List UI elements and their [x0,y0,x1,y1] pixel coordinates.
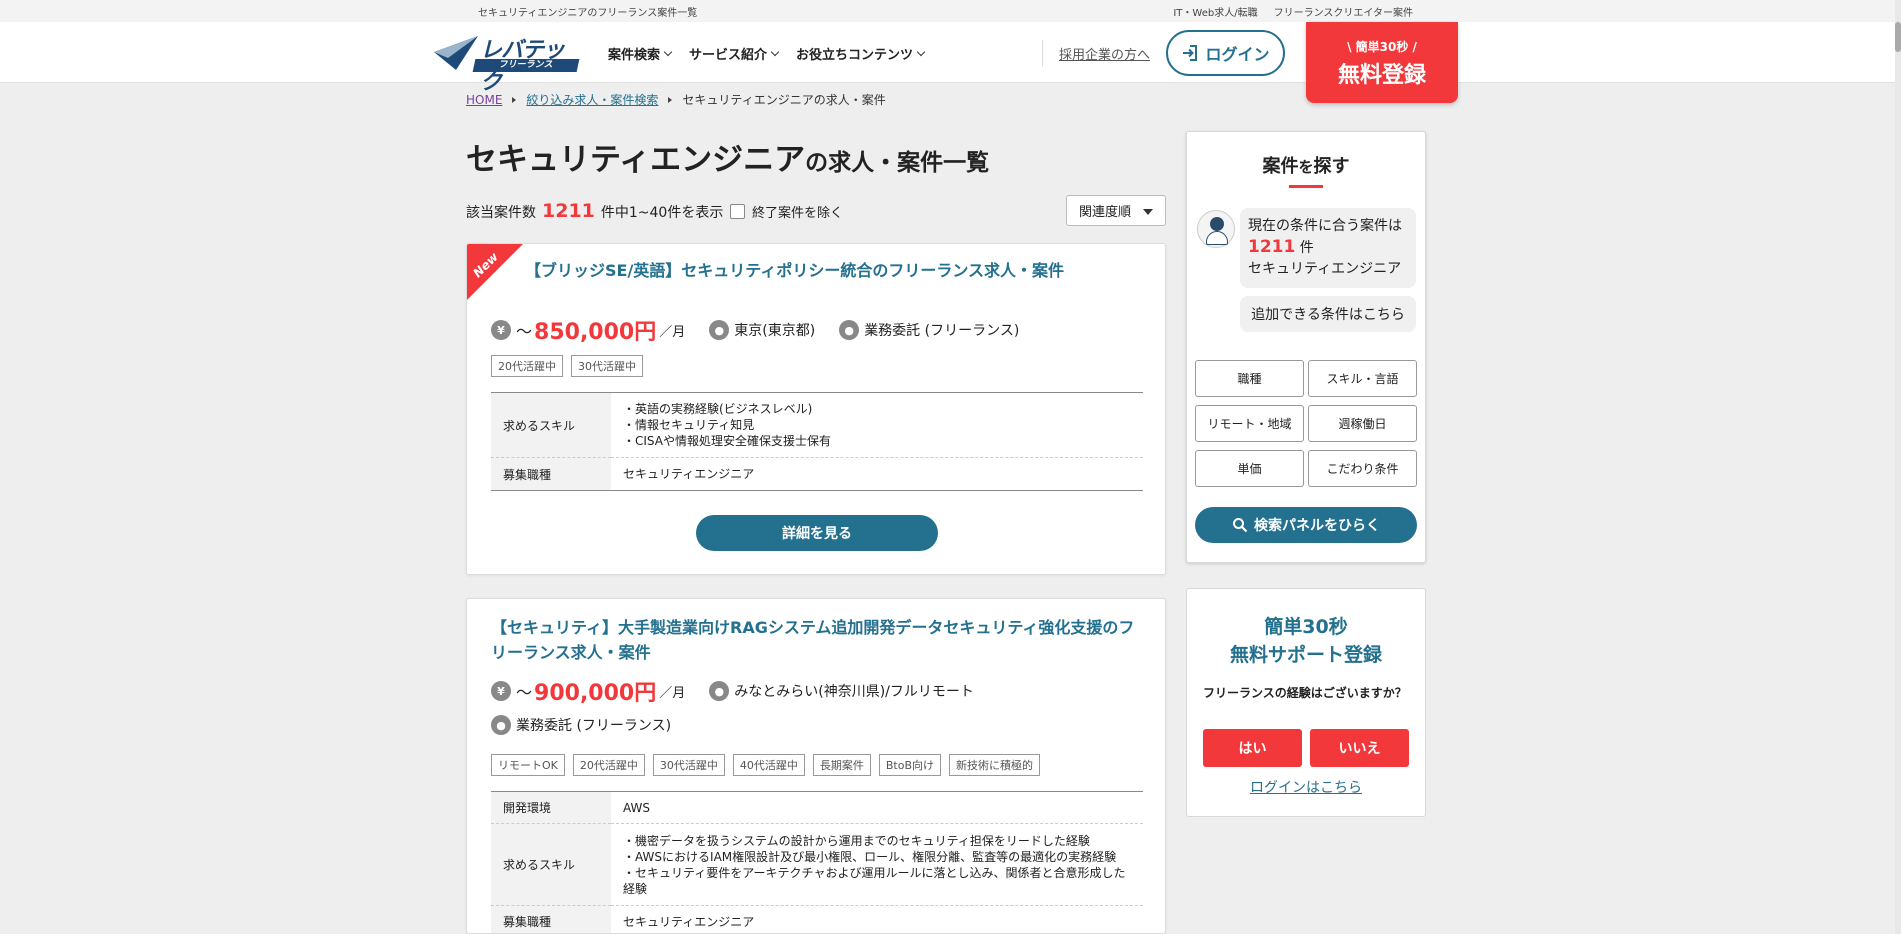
job-spec-table: 求めるスキル ・英語の実務経験(ビジネスレベル) ・情報セキュリティ知見 ・CI… [491,392,1143,491]
login-button[interactable]: ログイン [1166,30,1285,76]
top-link-creator[interactable]: フリーランスクリエイター案件 [1274,4,1413,19]
filter-skills[interactable]: スキル・言語 [1308,360,1417,397]
exclude-closed-checkbox[interactable] [730,204,745,219]
yes-button[interactable]: はい [1203,729,1302,767]
no-button[interactable]: いいえ [1310,729,1409,767]
scrollbar-thumb[interactable] [1895,22,1901,52]
job-meta: ¥ ～ 850,000円 ／月 ● 東京(東京都) ● 業務委託 (フリーランス… [491,314,1019,346]
sidebar-title: 案件を探す [1262,156,1350,177]
job-card: 【セキュリティ】大手製造業向けRAGシステム追加開発データセキュリティ強化支援の… [466,598,1166,934]
top-links: IT・Web求人/転職 フリーランスクリエイター案件 [1173,4,1413,19]
breadcrumb-arrow-icon [668,96,673,103]
header-divider [1042,40,1043,66]
top-bar: セキュリティエンジニアのフリーランス案件一覧 IT・Web求人/転職 フリーラン… [0,0,1901,22]
breadcrumb: HOME 絞り込み求人・案件検索 セキュリティエンジニアの求人・案件 [466,91,886,108]
register-button[interactable]: \ 簡単30秒 / 無料登録 [1306,22,1458,103]
tagline: セキュリティエンジニアのフリーランス案件一覧 [478,8,698,19]
advisor-avatar [1197,210,1235,248]
person-icon: ● [839,320,860,340]
match-count-bubble: 現在の条件に合う案件は 1211 件 セキュリティエンジニア [1240,208,1416,288]
yen-icon: ¥ [491,320,511,340]
spec-row-skills: 求めるスキル ・英語の実務経験(ビジネスレベル) ・情報セキュリティ知見 ・CI… [491,392,1143,458]
person-icon: ● [491,715,511,735]
view-details-button[interactable]: 詳細を見る [696,515,938,551]
spec-row-role: 募集職種 セキュリティエンジニア [491,905,1143,933]
yen-icon: ¥ [491,681,511,701]
nav-job-search[interactable]: 案件検索 [608,44,673,63]
caret-down-icon [1143,209,1153,215]
corporate-link[interactable]: 採用企業の方へ [1059,44,1150,63]
sort-select[interactable]: 関連度順 [1066,195,1166,226]
job-meta-contract: ● 業務委託 (フリーランス) [491,715,671,735]
tag: 20代活躍中 [572,754,645,776]
job-card: New 【ブリッジSE/英語】セキュリティポリシー統合のフリーランス求人・案件 … [466,243,1166,575]
job-price: 900,000円 [534,681,657,706]
tag: 長期案件 [812,754,871,776]
login-icon [1183,45,1198,61]
top-link-it-web[interactable]: IT・Web求人/転職 [1173,4,1257,19]
filter-remote-region[interactable]: リモート・地域 [1195,405,1304,442]
tag: 20代活躍中 [491,355,563,377]
job-location: 東京(東京都) [734,323,816,339]
tag: リモートOK [491,754,565,776]
main-nav: 案件検索 サービス紹介 お役立ちコンテンツ [608,44,926,63]
spec-row-role: 募集職種 セキュリティエンジニア [491,457,1143,491]
job-tags: リモートOK 20代活躍中 30代活躍中 40代活躍中 長期案件 BtoB向け … [491,754,1041,776]
job-title-link[interactable]: 【ブリッジSE/英語】セキュリティポリシー統合のフリーランス求人・案件 [525,258,1145,283]
job-location: みなとみらい(神奈川県)/フルリモート [734,684,974,700]
breadcrumb-current: セキュリティエンジニアの求人・案件 [682,93,886,107]
filter-job-type[interactable]: 職種 [1195,360,1304,397]
job-title-link[interactable]: 【セキュリティ】大手製造業向けRAGシステム追加開発データセキュリティ強化支援の… [491,615,1145,665]
tag: 40代活躍中 [732,754,805,776]
sidebar-search-panel: 案件を探す 現在の条件に合う案件は 1211 件 セキュリティエンジニア 追加で… [1186,131,1426,563]
support-signup-panel: 簡単30秒 無料サポート登録 フリーランスの経験はございますか？ はい いいえ … [1186,588,1426,817]
header: レバテック フリーランス 案件検索 サービス紹介 お役立ちコンテンツ 採用企業の… [0,22,1901,95]
location-pin-icon: ● [709,320,730,340]
match-count-number: 1211 [1248,237,1296,257]
job-spec-table: 開発環境 AWS 求めるスキル ・機密データを扱うシステムの設計から運用までのセ… [491,791,1143,933]
job-contract: 業務委託 (フリーランス) [864,323,1020,339]
chevron-down-icon [770,47,780,56]
add-conditions-link[interactable]: 追加できる条件はこちら [1240,296,1416,332]
result-count-number: 1211 [542,200,595,222]
tag: 新技術に積極的 [949,754,1041,776]
chevron-down-icon [916,47,926,56]
tag: BtoB向け [878,754,942,776]
breadcrumb-home[interactable]: HOME [466,93,502,107]
page-title: セキュリティエンジニアの求人・案件一覧 [466,142,990,178]
paper-plane-icon [434,36,478,70]
breadcrumb-arrow-icon [512,96,517,103]
chevron-down-icon [663,47,673,56]
result-count: 該当案件数 1211 件中1~40件を表示 [466,200,724,222]
nav-services[interactable]: サービス紹介 [689,44,780,63]
job-meta: ¥ ～ 900,000円 ／月 ● みなとみらい(神奈川県)/フルリモート [491,675,974,707]
tag: 30代活躍中 [571,355,643,377]
location-pin-icon: ● [709,681,730,701]
job-tags: 20代活躍中 30代活躍中 [491,355,643,377]
nav-contents[interactable]: お役立ちコンテンツ [796,44,926,63]
filter-grid: 職種 スキル・言語 リモート・地域 週稼働日 単価 こだわり条件 [1195,360,1417,487]
logo[interactable]: レバテック フリーランス [434,32,584,95]
title-underline [1289,185,1323,188]
filter-work-days[interactable]: 週稼働日 [1308,405,1417,442]
login-here-link[interactable]: ログインはこちら [1187,777,1425,797]
exclude-closed-toggle[interactable]: 終了案件を除く [730,202,843,221]
open-search-panel-button[interactable]: 検索パネルをひらく [1195,507,1417,543]
logo-subtitle: フリーランス [472,59,580,72]
search-icon [1233,518,1248,533]
breadcrumb-search[interactable]: 絞り込み求人・案件検索 [526,91,658,108]
page-scrollbar[interactable] [1895,0,1901,934]
filter-rate[interactable]: 単価 [1195,450,1304,487]
tag: 30代活躍中 [652,754,725,776]
support-title: 簡単30秒 無料サポート登録 [1229,616,1382,666]
support-question: フリーランスの経験はございますか？ [1203,686,1407,700]
spec-row-env: 開発環境 AWS [491,791,1143,824]
filter-preferences[interactable]: こだわり条件 [1308,450,1417,487]
job-price: 850,000円 [534,320,657,345]
spec-row-skills: 求めるスキル ・機密データを扱うシステムの設計から運用までのセキュリティ担保をリ… [491,823,1143,906]
job-contract: 業務委託 (フリーランス) [516,718,672,734]
